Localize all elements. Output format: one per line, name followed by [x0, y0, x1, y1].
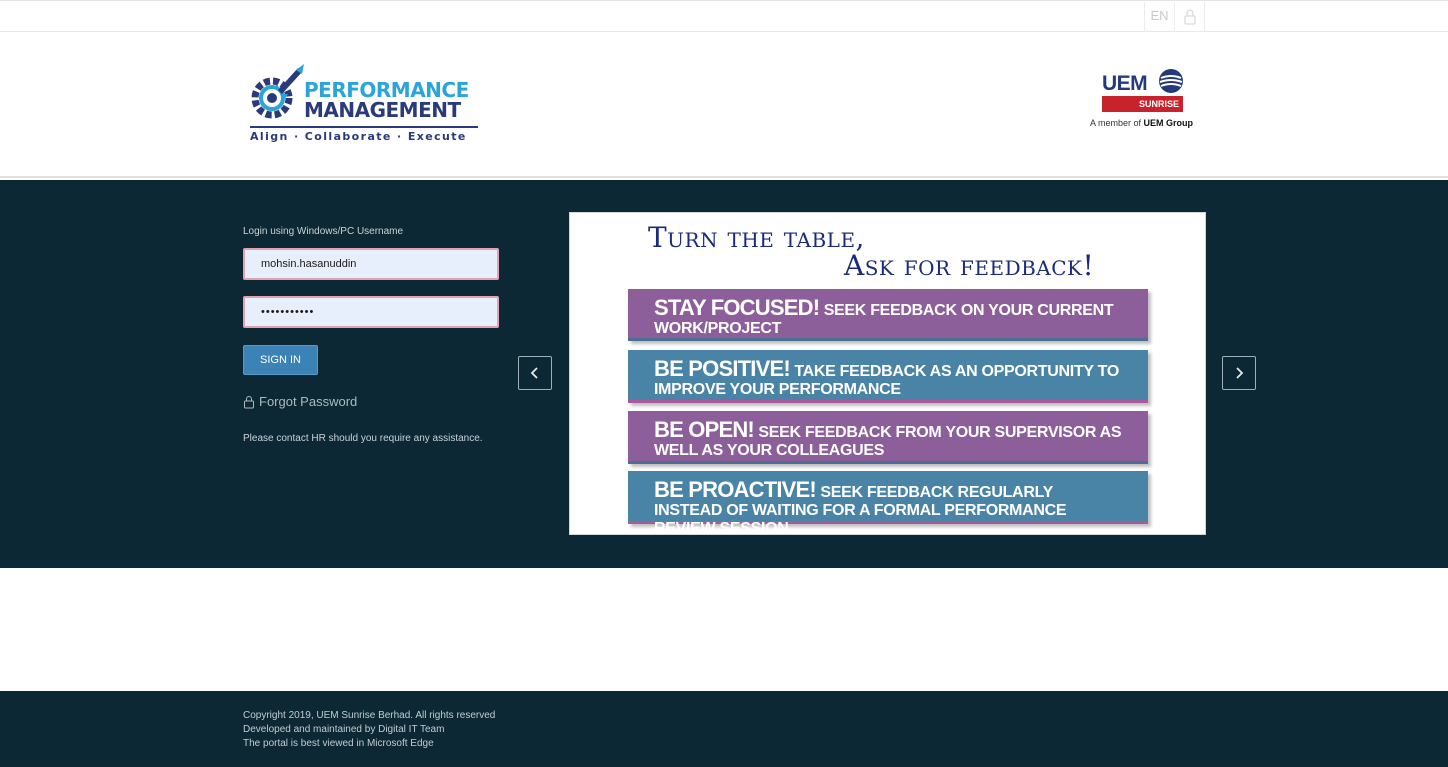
- slide-item: Stay focused! Seek feedback on your curr…: [628, 289, 1148, 341]
- footer: Copyright 2019, UEM Sunrise Berhad. All …: [0, 691, 1448, 767]
- member-prefix: A member of: [1090, 118, 1142, 128]
- header: PERFORMANCE MANAGEMENT Align · Collabora…: [0, 32, 1448, 178]
- slide-item: Be proactive! Seek feedback regularly in…: [628, 471, 1148, 534]
- uem-wordmark: UEM: [1102, 72, 1148, 95]
- forgot-password-label: Forgot Password: [259, 394, 358, 409]
- password-input[interactable]: •••••••••••: [243, 296, 499, 328]
- slide-item: Be open! Seek feedback from your supervi…: [628, 411, 1148, 464]
- contact-hr-text: Please contact HR should you require any…: [243, 433, 483, 444]
- slide-item: Be positive! Take feedback as an opportu…: [628, 350, 1148, 403]
- chevron-left-icon: [530, 367, 538, 379]
- slide-item-head: Be open!: [654, 417, 755, 442]
- uem-member-text: A member of UEM Group: [1090, 118, 1193, 128]
- carousel-prev-button[interactable]: [518, 356, 552, 390]
- member-group: UEM Group: [1143, 118, 1194, 128]
- logo-line2: MANAGEMENT: [304, 98, 461, 122]
- main-section: Login using Windows/PC Username mohsin.h…: [0, 180, 1448, 568]
- login-caption: Login using Windows/PC Username: [243, 226, 404, 237]
- rocket-gear-icon: [251, 64, 304, 119]
- top-bar: EN: [0, 0, 1448, 32]
- globe-icon: [1159, 69, 1183, 93]
- lock-icon[interactable]: [1175, 2, 1205, 32]
- logo-tagline: Align · Collaborate · Execute: [250, 130, 467, 143]
- slide-title-line1: Turn the table,: [648, 221, 865, 254]
- slide-item-head: Be proactive!: [654, 477, 817, 502]
- language-selector[interactable]: EN: [1144, 2, 1175, 32]
- slide-item-head: Stay focused!: [654, 295, 820, 320]
- logo-text: PERFORMANCE MANAGEMENT: [304, 80, 469, 120]
- footer-copyright: Copyright 2019, UEM Sunrise Berhad. All …: [243, 710, 496, 721]
- lock-icon: [244, 395, 254, 408]
- sign-in-button[interactable]: SIGN IN: [243, 345, 318, 375]
- carousel-slide: Turn the table, Ask for feedback! Stay f…: [569, 212, 1206, 535]
- slide-item-head: Be positive!: [654, 356, 791, 381]
- forgot-password-link[interactable]: Forgot Password: [243, 394, 357, 409]
- slide-title-line2: Ask for feedback!: [844, 249, 1095, 282]
- carousel-next-button[interactable]: [1222, 356, 1256, 390]
- uem-sunrise-logo: UEM SUNRISE A member of UEM Group: [1090, 68, 1202, 134]
- footer-browser-note: The portal is best viewed in Microsoft E…: [243, 738, 434, 749]
- performance-management-logo[interactable]: PERFORMANCE MANAGEMENT Align · Collabora…: [248, 64, 480, 146]
- chevron-right-icon: [1236, 367, 1244, 379]
- logo-line1: PERFORMANCE: [304, 78, 469, 102]
- footer-developed-by: Developed and maintained by Digital IT T…: [243, 724, 445, 735]
- logo-divider: [250, 126, 478, 128]
- username-input[interactable]: mohsin.hasanuddin: [243, 248, 499, 280]
- uem-sunrise-label: SUNRISE: [1102, 96, 1183, 112]
